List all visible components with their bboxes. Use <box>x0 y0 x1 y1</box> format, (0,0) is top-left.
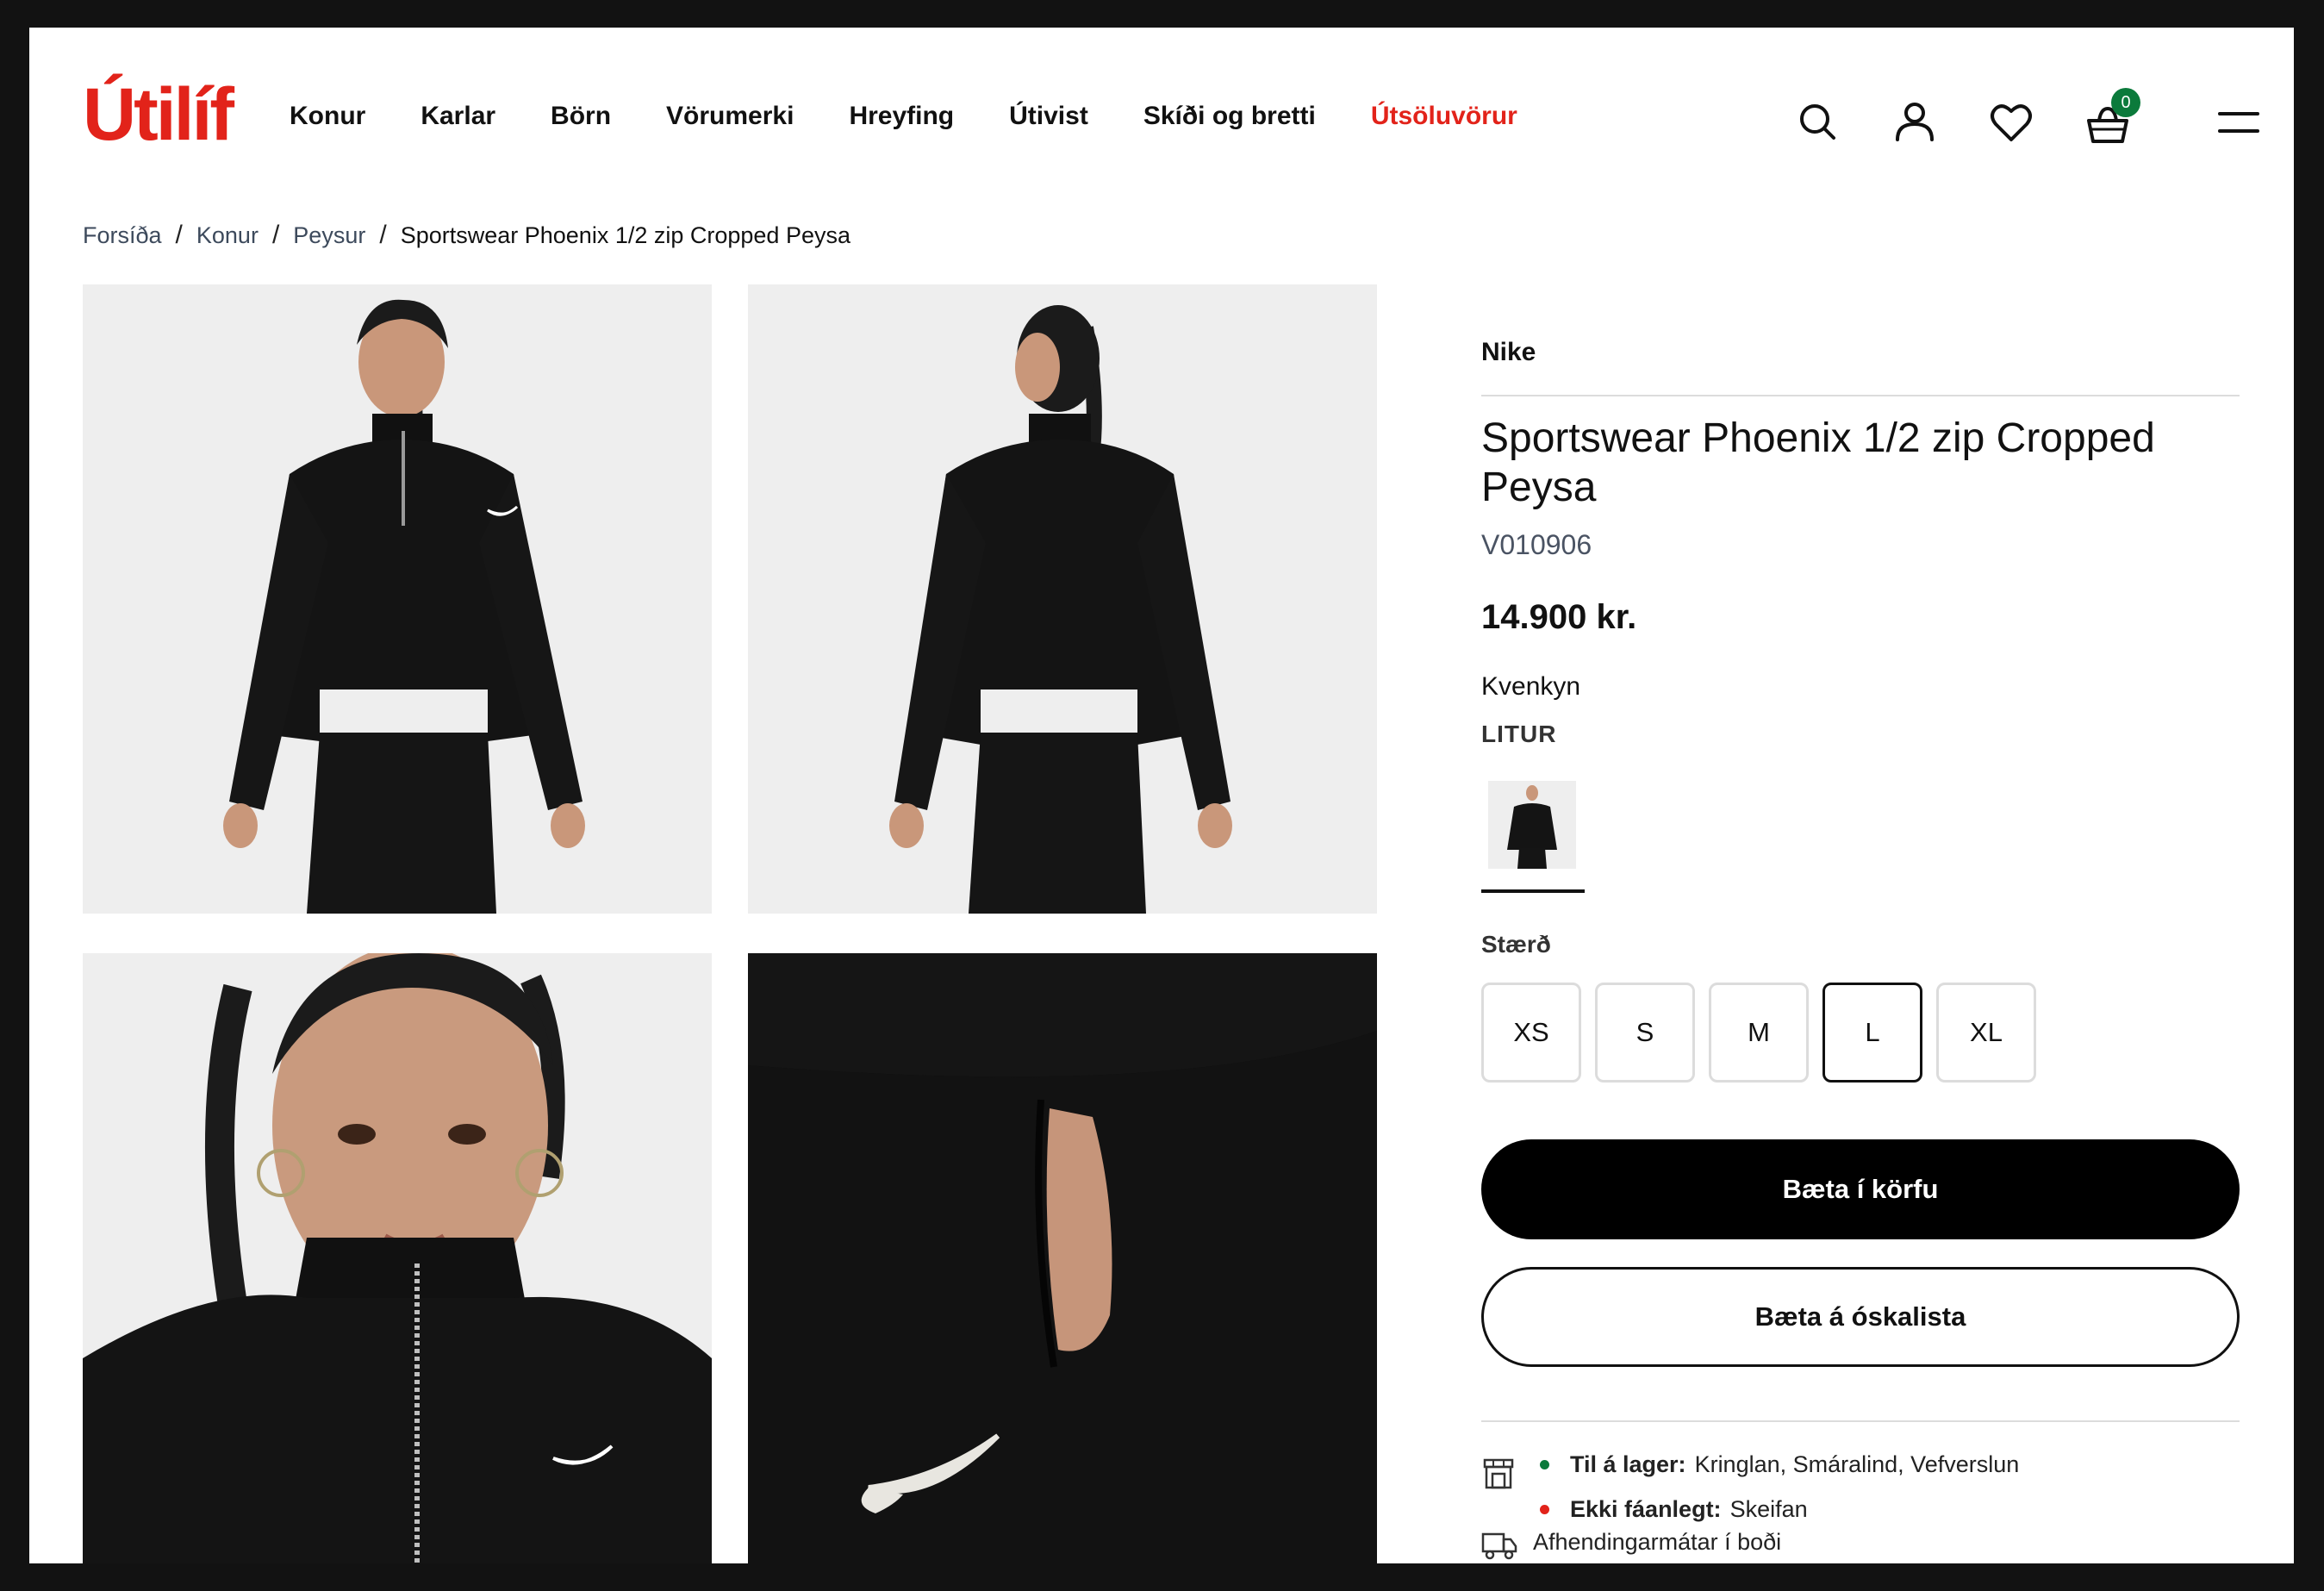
menu-icon[interactable] <box>2213 97 2265 148</box>
product-sku: V010906 <box>1481 529 1592 560</box>
product-image-front[interactable] <box>83 284 712 914</box>
add-to-wishlist-button[interactable]: Bæta á óskalista <box>1481 1267 2240 1367</box>
nav-item-hreyfing[interactable]: Hreyfing <box>849 102 954 131</box>
breadcrumb-current: Sportswear Phoenix 1/2 zip Cropped Peysa <box>400 221 850 248</box>
nav-item-skidi-og-bretti[interactable]: Skíði og bretti <box>1143 102 1316 131</box>
selected-swatch-indicator <box>1481 889 1585 893</box>
unavailable-stores: Skeifan <box>1729 1496 1808 1522</box>
size-option-l[interactable]: L <box>1822 983 1922 1083</box>
in-stock-stores: Kringlan, Smáralind, Vefverslun <box>1694 1451 2020 1477</box>
stock-unavailable: Ekki fáanlegt: Skeifan <box>1540 1496 1808 1523</box>
nav-item-karlar[interactable]: Karlar <box>421 102 495 131</box>
site-logo[interactable]: Útilíf <box>83 78 234 152</box>
size-option-s[interactable]: S <box>1595 983 1695 1083</box>
breadcrumb-separator: / <box>271 221 280 249</box>
product-image-pocket-closeup[interactable] <box>748 953 1377 1563</box>
status-dot-red <box>1540 1505 1549 1514</box>
nav-item-utsoluvorur[interactable]: Útsöluvörur <box>1371 102 1517 131</box>
product-price: 14.900 kr. <box>1481 598 1637 636</box>
divider <box>1481 395 2240 396</box>
divider <box>1481 1420 2240 1422</box>
nav-item-utivist[interactable]: Útivist <box>1009 102 1088 131</box>
nav-item-konur[interactable]: Konur <box>290 102 365 131</box>
size-option-m[interactable]: M <box>1709 983 1809 1083</box>
cart-count-badge: 0 <box>2111 88 2140 117</box>
breadcrumb-konur[interactable]: Konur <box>196 222 259 249</box>
page: Útilíf Konur Karlar Börn Vörumerki Hreyf… <box>29 28 2294 1563</box>
nav-item-born[interactable]: Börn <box>551 102 611 131</box>
header-actions: 0 <box>1792 88 2292 157</box>
delivery-options-link[interactable]: Afhendingarmátar í boði <box>1533 1529 1781 1556</box>
add-to-cart-button[interactable]: Bæta í körfu <box>1481 1139 2240 1239</box>
unavailable-label: Ekki fáanlegt: <box>1570 1496 1722 1522</box>
product-brand[interactable]: Nike <box>1481 338 1536 367</box>
size-option-xl[interactable]: XL <box>1936 983 2036 1083</box>
product-image-back[interactable] <box>748 284 1377 914</box>
delivery-truck-icon <box>1481 1532 1517 1560</box>
basket-icon[interactable]: 0 <box>2082 88 2140 148</box>
size-selector: XS S M L XL <box>1481 983 2036 1083</box>
breadcrumb-home[interactable]: Forsíða <box>83 222 162 249</box>
size-label: Stærð <box>1481 931 1551 958</box>
breadcrumb-peysur[interactable]: Peysur <box>293 222 365 249</box>
breadcrumb-separator: / <box>379 221 387 249</box>
size-option-xs[interactable]: XS <box>1481 983 1581 1083</box>
store-icon <box>1483 1458 1514 1489</box>
nav-item-vorumerki[interactable]: Vörumerki <box>666 102 794 131</box>
stock-in-stock: Til á lager: Kringlan, Smáralind, Vefver… <box>1540 1451 2019 1478</box>
product-image-collar-closeup[interactable] <box>83 953 712 1563</box>
breadcrumb: Forsíða / Konur / Peysur / Sportswear Ph… <box>83 221 850 250</box>
user-icon[interactable] <box>1889 97 1941 148</box>
breadcrumb-separator: / <box>175 221 183 249</box>
heart-icon[interactable] <box>1985 97 2037 148</box>
search-icon[interactable] <box>1792 97 1844 148</box>
color-swatch-black[interactable] <box>1488 781 1576 869</box>
status-dot-green <box>1540 1460 1549 1469</box>
product-gender: Kvenkyn <box>1481 672 1581 701</box>
color-label: LITUR <box>1481 721 1557 747</box>
in-stock-label: Til á lager: <box>1570 1451 1686 1477</box>
product-title: Sportswear Phoenix 1/2 zip Cropped Peysa <box>1481 415 2155 510</box>
main-nav: Konur Karlar Börn Vörumerki Hreyfing Úti… <box>290 102 1517 131</box>
